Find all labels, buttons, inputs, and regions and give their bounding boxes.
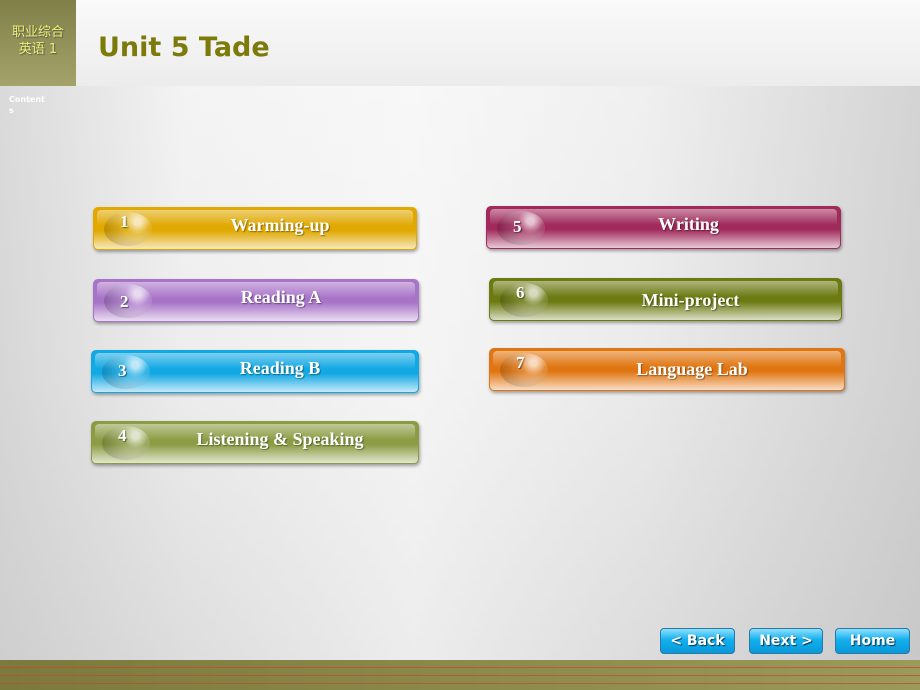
footer-strip [0, 660, 920, 690]
logo-line-1: 职业综合 [11, 25, 64, 40]
item-number: 5 [513, 217, 522, 236]
menu-warming-up[interactable]: 1 Warming-up [93, 207, 417, 250]
item-label: Reading B [239, 358, 321, 378]
back-button[interactable]: < Back [660, 628, 735, 654]
item-label: Reading A [240, 287, 322, 307]
item-label: Language Lab [636, 359, 748, 379]
menu-reading-b[interactable]: 3 Reading B [91, 350, 419, 393]
menu-reading-a[interactable]: 2 Reading A [93, 279, 419, 322]
item-number: 4 [118, 426, 127, 445]
item-label: Listening & Speaking [196, 429, 364, 449]
menu-listening-speaking[interactable]: 4 Listening & Speaking [91, 421, 419, 464]
menu-writing[interactable]: 5 Writing [486, 206, 841, 249]
contents-label[interactable]: Contents [9, 94, 49, 116]
item-label: Warming-up [230, 215, 330, 235]
item-number: 3 [118, 361, 127, 380]
next-button[interactable]: Next > [749, 628, 823, 654]
page-title: Unit 5 Tade [98, 32, 270, 63]
item-label: Writing [658, 214, 719, 234]
header: 职业综合 英语 1 Unit 5 Tade [0, 0, 920, 86]
menu-mini-project[interactable]: 6 Mini-project [489, 278, 842, 321]
course-logo: 职业综合 英语 1 [0, 0, 76, 86]
item-number: 7 [516, 353, 525, 372]
item-label: Mini-project [641, 290, 740, 310]
item-number: 1 [120, 212, 129, 231]
item-number: 6 [516, 283, 525, 302]
item-number: 2 [120, 292, 129, 311]
home-button[interactable]: Home [835, 628, 910, 654]
menu-language-lab[interactable]: 7 Language Lab [489, 348, 845, 391]
logo-line-2: 英语 1 [18, 42, 58, 57]
